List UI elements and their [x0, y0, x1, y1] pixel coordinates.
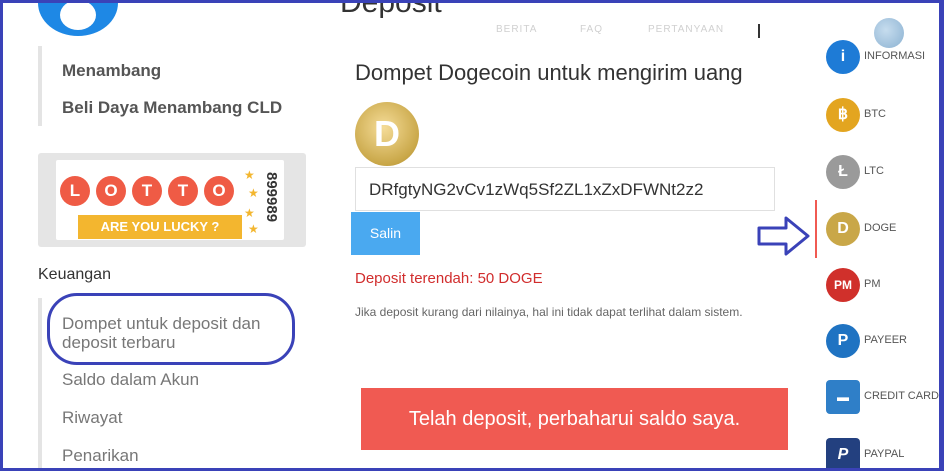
annotation-highlight-oval — [47, 293, 295, 365]
minimum-deposit-text: Deposit terendah: 50 DOGE — [355, 270, 543, 287]
site-logo[interactable] — [38, 0, 118, 36]
lotto-ball: T — [132, 176, 162, 206]
currency-label: PAYPAL — [864, 448, 905, 460]
sidebar-item-saldo[interactable]: Saldo dalam Akun — [62, 370, 199, 389]
lotto-number: 899989 — [263, 172, 280, 223]
paypal-icon: P — [826, 438, 860, 471]
star-icon: ★ — [244, 168, 255, 182]
bitcoin-icon: ฿ — [826, 98, 860, 132]
annotation-arrow-icon — [757, 216, 810, 256]
dogecoin-icon: D — [826, 212, 860, 246]
sidebar-divider — [38, 46, 42, 126]
perfect-money-icon: PM — [826, 268, 860, 302]
lotto-slogan: ARE YOU LUCKY ? — [78, 215, 242, 239]
currency-item-credit-card[interactable]: ▬ CREDIT CARD — [826, 378, 944, 418]
refresh-balance-button[interactable]: Telah deposit, perbaharui saldo saya. — [361, 388, 788, 450]
screenshot-frame-edge — [939, 0, 944, 471]
wallet-title: Dompet Dogecoin untuk mengirim uang — [355, 60, 743, 85]
nav-item-faq[interactable]: FAQ — [580, 24, 603, 35]
nav-item-pertanyaan[interactable]: PERTANYAAN — [648, 24, 724, 35]
lotto-ball: O — [204, 176, 234, 206]
lotto-ball: T — [168, 176, 198, 206]
lotto-banner[interactable]: L O T T O ★ ★ ★ ★ ARE YOU LUCKY ? 899989 — [38, 153, 306, 247]
deposit-note: Jika deposit kurang dari nilainya, hal i… — [355, 305, 743, 319]
currency-label: PAYEER — [864, 334, 907, 346]
active-currency-indicator — [815, 200, 817, 258]
currency-item-btc[interactable]: ฿ BTC — [826, 96, 944, 136]
star-icon: ★ — [244, 206, 255, 220]
litecoin-icon: Ł — [826, 155, 860, 189]
currency-label: PM — [864, 278, 881, 290]
sidebar-divider — [38, 298, 42, 471]
sidebar-link-beli-daya[interactable]: Beli Daya Menambang CLD — [62, 98, 282, 118]
page-title: Deposit — [340, 0, 442, 19]
credit-card-icon: ▬ — [826, 380, 860, 414]
currency-label: CREDIT CARD — [864, 390, 939, 402]
lotto-ball: L — [60, 176, 90, 206]
info-icon: i — [826, 40, 860, 74]
lotto-ticket: L O T T O ★ ★ ★ ★ ARE YOU LUCKY ? 899989 — [56, 160, 284, 240]
currency-label: INFORMASI — [864, 50, 926, 62]
dogecoin-icon — [355, 102, 419, 166]
top-header: Deposit BERITA FAQ PERTANYAAN — [0, 0, 944, 48]
currency-item-paypal[interactable]: P PAYPAL — [826, 436, 944, 471]
sidebar-link-menambang[interactable]: Menambang — [62, 61, 161, 81]
wallet-address-field[interactable]: DRfgtyNG2vCv1zWq5Sf2ZL1xZxDFWNt2z2 — [355, 167, 775, 211]
sidebar-item-penarikan[interactable]: Penarikan — [62, 446, 139, 465]
currency-label: BTC — [864, 108, 886, 120]
nav-separator — [758, 24, 760, 38]
payeer-icon: P — [826, 324, 860, 358]
lotto-ball: O — [96, 176, 126, 206]
section-title-keuangan: Keuangan — [38, 266, 111, 283]
currency-item-ltc[interactable]: Ł LTC — [826, 153, 944, 193]
currency-item-payeer[interactable]: P PAYEER — [826, 322, 944, 362]
currency-label: LTC — [864, 165, 884, 177]
copy-button[interactable]: Salin — [351, 212, 420, 255]
currency-item-informasi[interactable]: i INFORMASI — [826, 38, 944, 78]
currency-item-doge[interactable]: D DOGE — [826, 210, 944, 250]
currency-label: DOGE — [864, 222, 897, 234]
sidebar-item-riwayat[interactable]: Riwayat — [62, 408, 122, 427]
nav-item-berita[interactable]: BERITA — [496, 24, 537, 35]
currency-item-pm[interactable]: PM PM — [826, 266, 944, 306]
